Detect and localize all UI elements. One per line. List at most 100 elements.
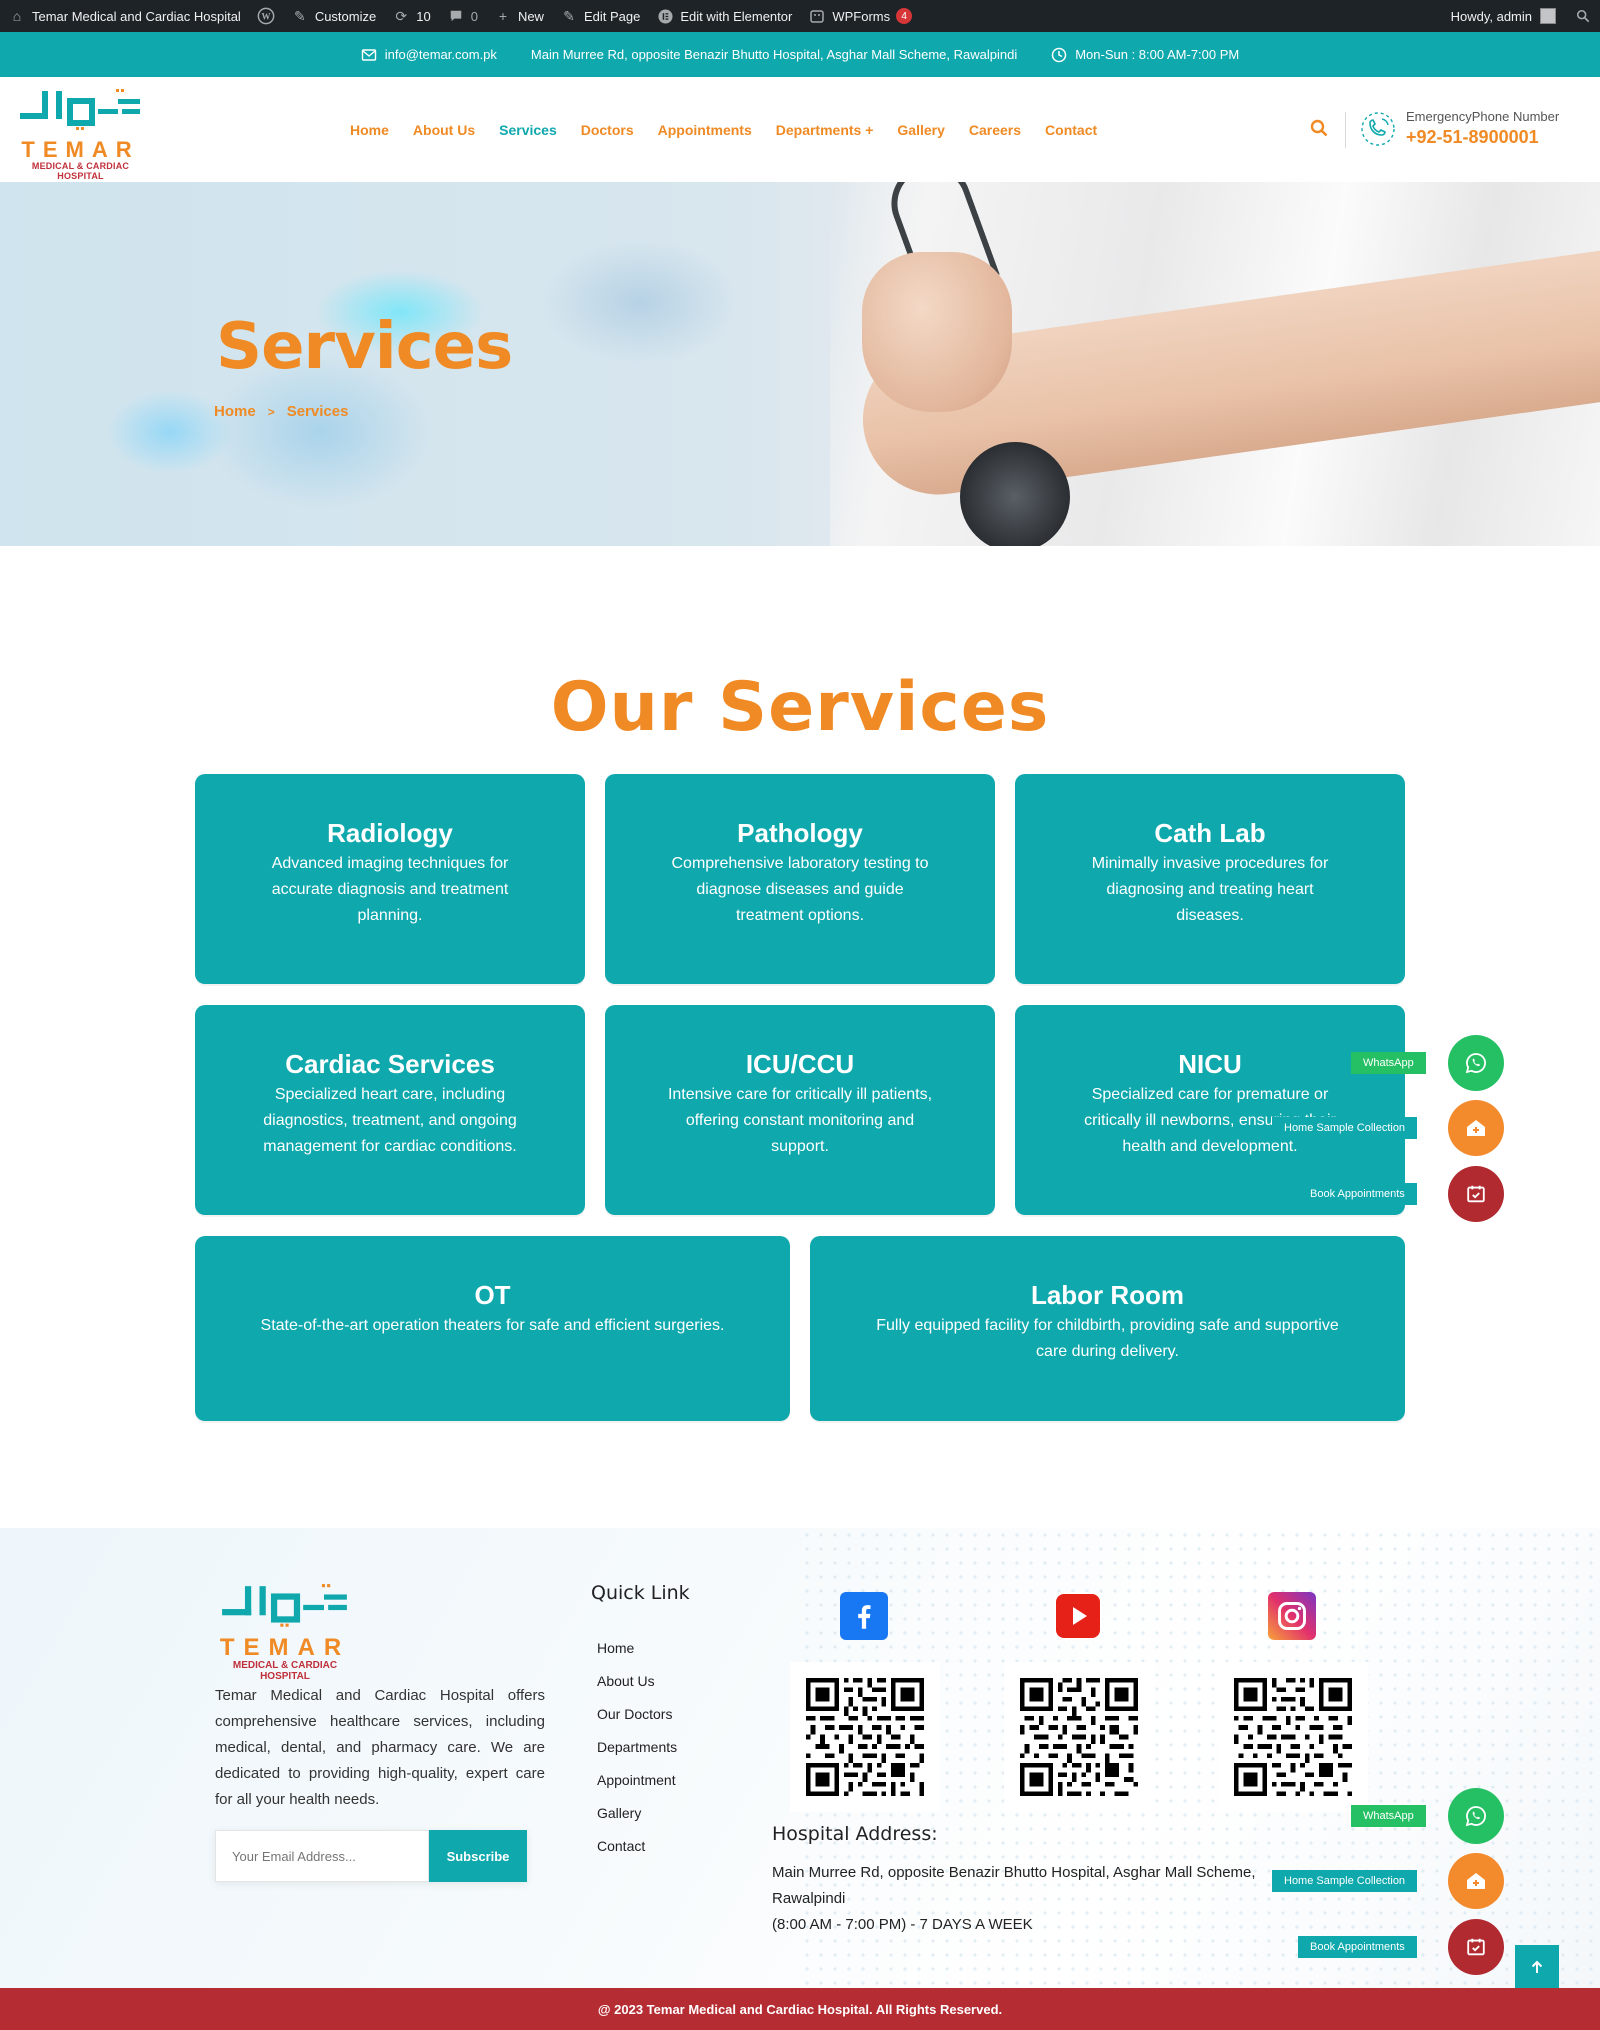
customize-label: Customize [314,8,377,24]
hero-doctor-hand [862,252,1012,412]
service-card-pathology[interactable]: Pathology Comprehensive laboratory testi… [605,774,995,984]
footer-logo[interactable]: TEMAR MEDICAL & CARDIAC HOSPITAL [215,1582,355,1682]
emergency-number[interactable]: +92-51-8900001 [1406,127,1539,148]
whatsapp-button[interactable] [1448,1035,1504,1091]
home-sample-label[interactable]: Home Sample Collection [1272,1870,1418,1892]
site-logo[interactable]: TEMAR MEDICAL & CARDIAC HOSPITAL [18,87,143,181]
services-heading: Our Services [550,668,1050,747]
service-card-ot[interactable]: OT State-of-the-art operation theaters f… [195,1236,790,1421]
wpforms-label: WPForms [832,8,891,24]
header-divider [1345,112,1346,148]
home-icon: ⌂ [12,8,22,24]
whatsapp-button[interactable] [1448,1788,1504,1844]
book-appointments-label[interactable]: Book Appointments [1298,1936,1417,1958]
footer-logo-subtitle: MEDICAL & CARDIAC HOSPITAL [232,1660,338,1682]
scroll-to-top-button[interactable] [1515,1945,1559,1989]
elementor-icon [656,7,674,25]
whatsapp-label[interactable]: WhatsApp [1351,1805,1426,1827]
nav-services[interactable]: Services [499,122,557,138]
breadcrumb-current: Services [286,403,349,420]
quick-link-list: Home About Us Our Doctors Departments Ap… [597,1640,677,1871]
admin-site-link[interactable]: ⌂ Temar Medical and Cardiac Hospital [8,0,241,32]
new-content-link[interactable]: + New [494,0,544,32]
nav-home[interactable]: Home [350,122,389,138]
updates-link[interactable]: ⟳ 10 [392,0,430,32]
home-sample-label[interactable]: Home Sample Collection [1272,1117,1418,1139]
service-card-icu-ccu[interactable]: ICU/CCU Intensive care for critically il… [605,1005,995,1215]
logo-wordmark: TEMAR [21,137,140,162]
service-card-cath-lab[interactable]: Cath Lab Minimally invasive procedures f… [1015,774,1405,984]
page-title: Services [216,310,513,384]
nav-departments[interactable]: Departments + [776,122,874,138]
home-sample-button[interactable] [1448,1100,1504,1156]
search-icon[interactable] [1310,119,1328,137]
subscribe-button[interactable]: Subscribe [429,1830,527,1882]
service-card-desc: Advanced imaging techniques for accurate… [271,855,509,924]
service-card-desc: Comprehensive laboratory testing to diag… [671,855,929,924]
hero-stethoscope-chest [960,442,1070,546]
edit-elementor-label: Edit with Elementor [680,8,793,24]
breadcrumb-separator: > [267,404,275,419]
breadcrumb: Home > Services [214,403,348,420]
service-card-labor-room[interactable]: Labor Room Fully equipped facility for c… [810,1236,1405,1421]
instagram-icon[interactable] [1268,1592,1316,1640]
newsletter-form: Subscribe [215,1830,527,1882]
search-icon[interactable] [1574,7,1592,25]
info-address-text: Main Murree Rd, opposite Benazir Bhutto … [530,47,1018,62]
quick-link-title: Quick Link [591,1582,690,1604]
quick-link-gallery[interactable]: Gallery [597,1805,677,1838]
wp-admin-bar: ⌂ Temar Medical and Cardiac Hospital W ✎… [0,0,1600,32]
service-card-desc: Minimally invasive procedures for diagno… [1091,855,1329,924]
quick-link-contact[interactable]: Contact [597,1838,677,1871]
service-card-radiology[interactable]: Radiology Advanced imaging techniques fo… [195,774,585,984]
youtube-icon[interactable] [1054,1592,1102,1640]
whatsapp-icon [1465,1806,1486,1827]
info-hours: Mon-Sun : 8:00 AM-7:00 PM [1051,47,1239,63]
facebook-qr-code [790,1662,940,1812]
footer-about-text: Temar Medical and Cardiac Hospital offer… [215,1687,545,1808]
nav-contact[interactable]: Contact [1045,122,1097,138]
book-appointments-label[interactable]: Book Appointments [1298,1183,1417,1205]
avatar[interactable] [1540,8,1556,24]
whatsapp-label[interactable]: WhatsApp [1351,1052,1426,1074]
info-email[interactable]: info@temar.com.pk [361,47,497,63]
book-appointments-button[interactable] [1448,1919,1504,1975]
breadcrumb-home[interactable]: Home [214,403,256,420]
facebook-icon[interactable] [840,1592,888,1640]
wordpress-logo-button[interactable]: W [257,0,275,32]
envelope-icon [361,48,376,61]
service-card-desc: Fully equipped facility for childbirth, … [876,1317,1339,1360]
comment-icon [447,7,465,25]
customize-link[interactable]: ✎ Customize [291,0,376,32]
nav-gallery[interactable]: Gallery [897,122,944,138]
comments-link[interactable]: 0 [447,0,478,32]
refresh-icon: ⟳ [395,7,408,24]
edit-page-link[interactable]: ✎ Edit Page [560,0,640,32]
nav-appointments[interactable]: Appointments [658,122,752,138]
nav-careers[interactable]: Careers [969,122,1021,138]
logo-mark [20,89,140,130]
quick-link-departments[interactable]: Departments [597,1739,677,1772]
edit-elementor-link[interactable]: Edit with Elementor [656,0,792,32]
pencil-icon: ✎ [563,7,575,24]
nav-about-us[interactable]: About Us [413,122,475,138]
quick-link-home[interactable]: Home [597,1640,677,1673]
service-card-title: Radiology [327,818,453,848]
quick-link-about-us[interactable]: About Us [597,1673,677,1706]
book-appointments-button[interactable] [1448,1166,1504,1222]
service-card-cardiac[interactable]: Cardiac Services Specialized heart care,… [195,1005,585,1215]
wpforms-link[interactable]: WPForms 4 [808,0,913,32]
nav-doctors[interactable]: Doctors [581,122,634,138]
newsletter-email-input[interactable] [215,1830,429,1882]
service-card-title: Pathology [737,818,863,848]
hospital-address-title: Hospital Address: [772,1823,938,1845]
quick-link-our-doctors[interactable]: Our Doctors [597,1706,677,1739]
home-sample-button[interactable] [1448,1853,1504,1909]
home-medical-icon [1467,1873,1485,1889]
howdy-user[interactable]: Howdy, admin [1451,9,1532,24]
quick-link-appointment[interactable]: Appointment [597,1772,677,1805]
brush-icon: ✎ [293,7,306,24]
svg-text:W: W [261,12,270,22]
service-card-title: Cath Lab [1154,818,1266,848]
service-card-desc: Intensive care for critically ill patien… [667,1086,933,1155]
